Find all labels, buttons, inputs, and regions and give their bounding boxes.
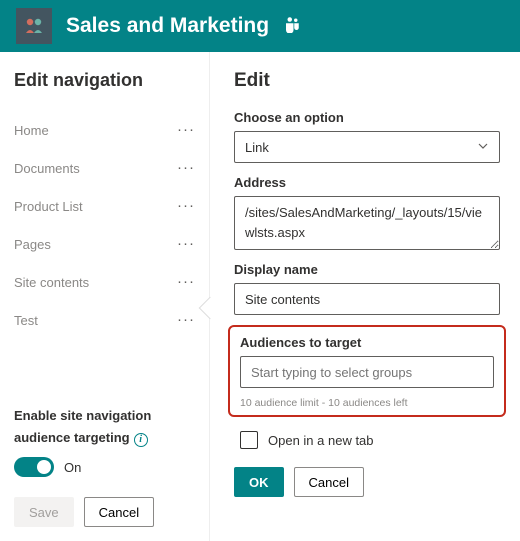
- nav-item-label: Pages: [14, 237, 177, 252]
- nav-item-test[interactable]: Test ···: [14, 301, 195, 339]
- main-content: Edit navigation Home ··· Documents ··· P…: [0, 52, 520, 541]
- edit-navigation-panel: Edit navigation Home ··· Documents ··· P…: [0, 52, 210, 541]
- site-logo: [16, 8, 52, 44]
- nav-item-label: Site contents: [14, 275, 177, 290]
- more-icon[interactable]: ···: [177, 316, 195, 324]
- toggle-row: On: [14, 457, 195, 477]
- site-header: Sales and Marketing: [0, 0, 520, 52]
- info-icon[interactable]: i: [134, 433, 148, 447]
- teams-icon[interactable]: [283, 15, 301, 38]
- open-new-tab-row[interactable]: Open in a new tab: [240, 431, 500, 449]
- nav-list: Home ··· Documents ··· Product List ··· …: [14, 111, 195, 375]
- right-actions: OK Cancel: [234, 467, 500, 497]
- option-value: Link: [245, 140, 269, 155]
- edit-link-panel: Edit Choose an option Link Address Displ…: [210, 52, 520, 541]
- toggle-state: On: [64, 460, 81, 475]
- right-panel-title: Edit: [234, 70, 500, 92]
- cancel-button[interactable]: Cancel: [84, 497, 154, 527]
- audience-hint: 10 audience limit - 10 audiences left: [240, 397, 494, 409]
- open-new-tab-label: Open in a new tab: [268, 433, 374, 448]
- audience-highlight: Audiences to target 10 audience limit - …: [228, 325, 506, 417]
- more-icon[interactable]: ···: [177, 240, 195, 248]
- audience-toggle[interactable]: [14, 457, 54, 477]
- site-title: Sales and Marketing: [66, 14, 269, 38]
- nav-item-home[interactable]: Home ···: [14, 111, 195, 149]
- open-new-tab-checkbox[interactable]: [240, 431, 258, 449]
- option-select[interactable]: Link: [234, 131, 500, 163]
- toggle-label-line2: audience targeting: [14, 429, 130, 447]
- display-name-field: Display name: [234, 262, 500, 315]
- nav-item-label: Documents: [14, 161, 177, 176]
- audience-toggle-section: Enable site navigation audience targetin…: [14, 397, 195, 477]
- more-icon[interactable]: ···: [177, 126, 195, 134]
- more-icon[interactable]: ···: [177, 278, 195, 286]
- option-label: Choose an option: [234, 110, 500, 125]
- nav-item-label: Product List: [14, 199, 177, 214]
- left-actions: Save Cancel: [14, 497, 195, 527]
- nav-item-label: Home: [14, 123, 177, 138]
- people-icon: [22, 14, 46, 38]
- address-label: Address: [234, 175, 500, 190]
- audience-input[interactable]: [240, 356, 494, 388]
- toggle-label-line1: Enable site navigation: [14, 407, 151, 425]
- address-input[interactable]: [234, 196, 500, 250]
- more-icon[interactable]: ···: [177, 164, 195, 172]
- audience-field: Audiences to target 10 audience limit - …: [240, 335, 494, 409]
- display-name-input[interactable]: [234, 283, 500, 315]
- nav-item-documents[interactable]: Documents ···: [14, 149, 195, 187]
- toggle-label: Enable site navigation audience targetin…: [14, 407, 195, 447]
- nav-item-pages[interactable]: Pages ···: [14, 225, 195, 263]
- display-label: Display name: [234, 262, 500, 277]
- more-icon[interactable]: ···: [177, 202, 195, 210]
- nav-item-product-list[interactable]: Product List ···: [14, 187, 195, 225]
- save-button: Save: [14, 497, 74, 527]
- address-field: Address: [234, 175, 500, 250]
- ok-button[interactable]: OK: [234, 467, 284, 497]
- left-panel-title: Edit navigation: [14, 70, 195, 91]
- chevron-down-icon: [477, 140, 489, 155]
- option-field: Choose an option Link: [234, 110, 500, 163]
- audience-label: Audiences to target: [240, 335, 494, 350]
- cancel-button-right[interactable]: Cancel: [294, 467, 364, 497]
- nav-item-label: Test: [14, 313, 177, 328]
- nav-item-site-contents[interactable]: Site contents ···: [14, 263, 195, 301]
